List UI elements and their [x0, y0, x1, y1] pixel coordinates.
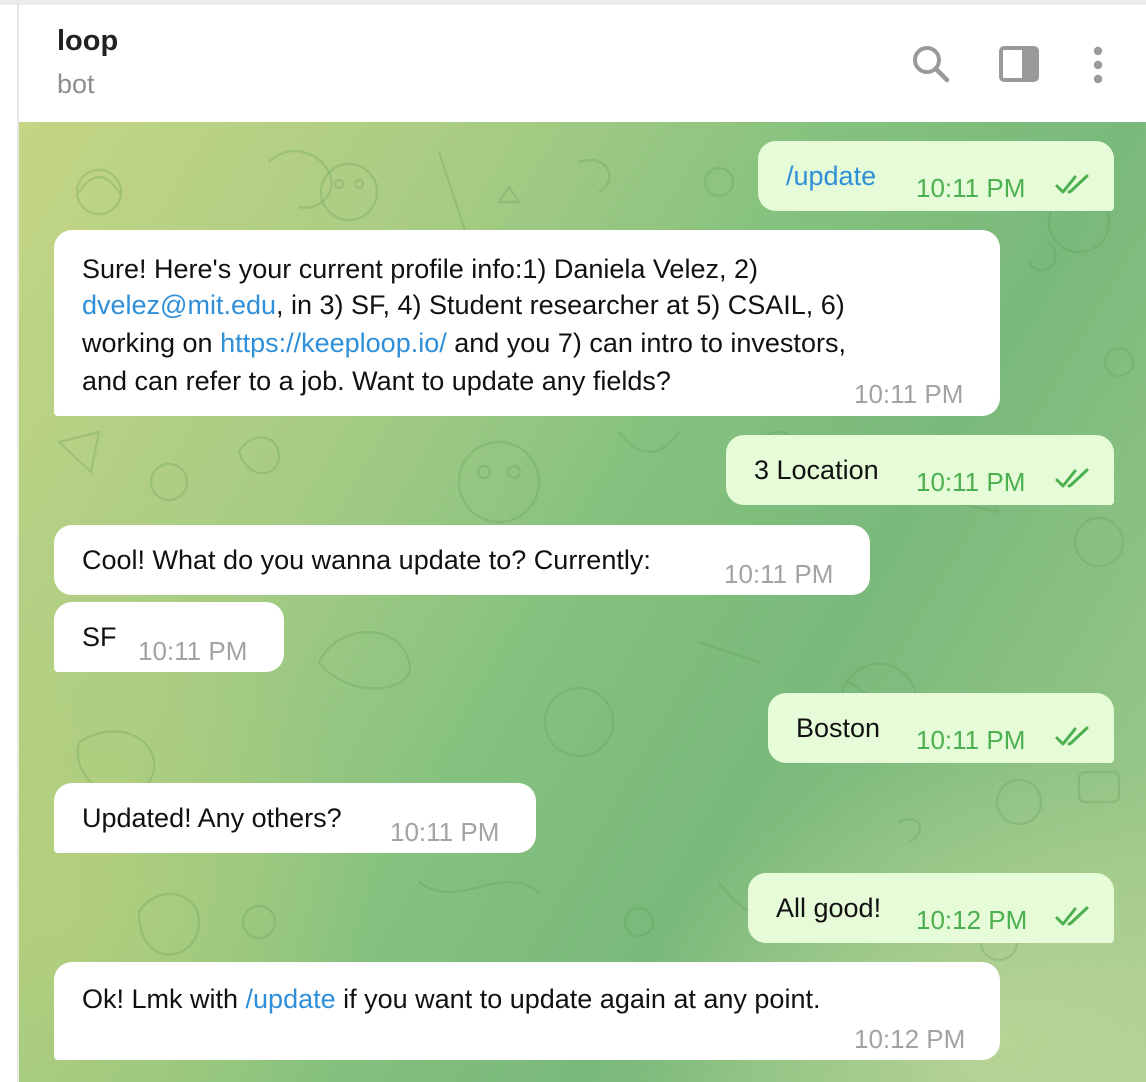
message-text: Cool! What do you wanna update to? Curre… [82, 545, 651, 575]
bot-command-link[interactable]: /update [246, 984, 336, 1014]
message-text: SF [82, 622, 117, 652]
search-icon[interactable] [910, 43, 952, 90]
message-bubble-outgoing[interactable]: /update 10:11 PM [758, 141, 1114, 211]
telegram-chat-window: loop bot /update 10:11 PM Sure! Here's y… [0, 0, 1146, 1082]
message-line: and can refer to a job. Want to update a… [82, 362, 671, 400]
message-bubble-outgoing[interactable]: Boston 10:11 PM [768, 693, 1114, 763]
sidebar-toggle-icon[interactable] [998, 45, 1042, 88]
message-text: and can refer to a job. Want to update a… [82, 366, 671, 396]
message-bubble-incoming[interactable]: Updated! Any others? 10:11 PM [54, 783, 536, 853]
message-text: 3 Location [754, 455, 879, 485]
message-time: 10:11 PM [854, 379, 964, 409]
message-line: dvelez@mit.edu, in 3) SF, 4) Student res… [82, 286, 845, 324]
message-time: 10:11 PM [138, 636, 248, 666]
message-line: working on https://keeploop.io/ and you … [82, 324, 846, 362]
message-text: Boston [796, 713, 881, 743]
message-time: 10:11 PM [916, 725, 1026, 755]
message-bubble-incoming[interactable]: Ok! Lmk with /update if you want to upda… [54, 962, 1000, 1060]
message-text: Updated! Any others? [82, 803, 342, 833]
message-list[interactable]: /update 10:11 PM Sure! Here's your curre… [19, 122, 1146, 1082]
message-text: working on [82, 328, 221, 358]
bot-command-link[interactable]: /update [786, 157, 876, 195]
message-time: 10:11 PM [916, 173, 1026, 203]
chat-title[interactable]: loop [57, 25, 118, 58]
message-text: Sure! Here's your current profile info:1… [82, 254, 758, 284]
more-vertical-icon[interactable] [1088, 45, 1108, 90]
double-check-icon [1055, 468, 1089, 488]
message-time: 10:11 PM [916, 467, 1026, 497]
message-time: 10:12 PM [854, 1024, 966, 1054]
message-bubble-outgoing[interactable]: 3 Location 10:11 PM [726, 435, 1114, 505]
double-check-icon [1055, 906, 1089, 926]
message-text: if you want to update again at any point… [335, 984, 821, 1014]
message-line: Ok! Lmk with /update if you want to upda… [82, 980, 820, 1018]
message-bubble-incoming[interactable]: Sure! Here's your current profile info:1… [54, 230, 1000, 416]
message-time: 10:11 PM [390, 817, 500, 847]
chat-subtitle: bot [57, 69, 95, 99]
email-link[interactable]: dvelez@mit.edu [82, 290, 276, 320]
message-time: 10:11 PM [724, 559, 834, 589]
message-text: , in 3) SF, 4) Student researcher at 5) … [276, 290, 845, 320]
message-line: Sure! Here's your current profile info:1… [82, 250, 758, 288]
double-check-icon [1055, 726, 1089, 746]
double-check-icon [1055, 174, 1089, 194]
message-text: Ok! Lmk with [82, 984, 246, 1014]
message-bubble-incoming[interactable]: Cool! What do you wanna update to? Curre… [54, 525, 870, 595]
message-time: 10:12 PM [916, 905, 1028, 935]
message-bubble-incoming[interactable]: SF 10:11 PM [54, 602, 284, 672]
message-text: All good! [776, 893, 882, 923]
url-link[interactable]: https://keeploop.io/ [220, 328, 447, 358]
message-text: and you 7) can intro to investors, [446, 328, 846, 358]
message-bubble-outgoing[interactable]: All good! 10:12 PM [748, 873, 1114, 943]
chat-header: loop bot [19, 5, 1146, 122]
